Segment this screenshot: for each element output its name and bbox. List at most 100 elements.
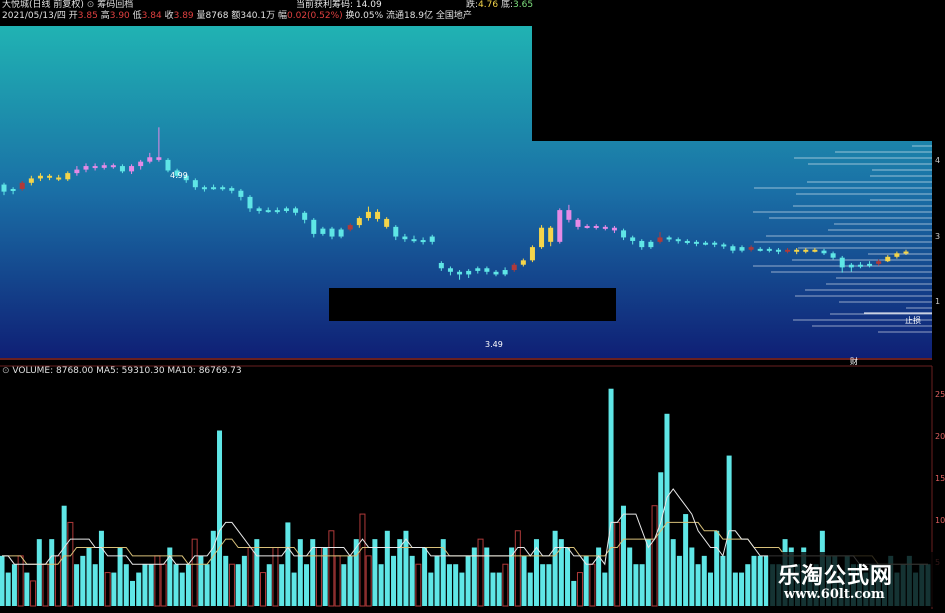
candle-body[interactable] — [630, 237, 636, 241]
candle-body[interactable] — [529, 247, 535, 261]
volume-bar[interactable] — [627, 547, 633, 607]
candle-body[interactable] — [119, 166, 125, 172]
stock-chart-canvas[interactable] — [0, 0, 945, 609]
volume-bar[interactable] — [496, 572, 502, 606]
volume-bar[interactable] — [297, 539, 303, 606]
volume-bar[interactable] — [365, 555, 372, 607]
candle-body[interactable] — [311, 219, 317, 234]
candle-body[interactable] — [757, 248, 763, 251]
volume-bar[interactable] — [415, 563, 422, 607]
volume-bar[interactable] — [74, 564, 80, 606]
candle-body[interactable] — [848, 264, 854, 268]
volume-bar[interactable] — [720, 555, 726, 606]
candle-body[interactable] — [201, 187, 207, 190]
volume-bar[interactable] — [695, 564, 701, 606]
volume-bar[interactable] — [689, 547, 695, 607]
candle-body[interactable] — [411, 239, 417, 242]
candle-body[interactable] — [129, 166, 135, 172]
candle-body[interactable] — [265, 210, 271, 213]
candle-body[interactable] — [165, 159, 171, 171]
candle-body[interactable] — [101, 165, 107, 168]
candle-body[interactable] — [283, 208, 289, 211]
volume-bar[interactable] — [98, 530, 104, 606]
volume-bar[interactable] — [514, 530, 521, 607]
candle-body[interactable] — [211, 187, 217, 190]
volume-bar[interactable] — [739, 572, 745, 606]
volume-bar[interactable] — [571, 580, 577, 606]
volume-bar[interactable] — [67, 521, 74, 607]
volume-bar[interactable] — [17, 555, 24, 607]
candle-body[interactable] — [110, 165, 116, 168]
volume-bar[interactable] — [123, 564, 129, 606]
volume-bar[interactable] — [86, 547, 92, 607]
candle-body[interactable] — [274, 210, 280, 213]
volume-bar[interactable] — [527, 572, 533, 606]
volume-bar[interactable] — [241, 555, 247, 606]
volume-bar[interactable] — [670, 539, 676, 606]
volume-bar[interactable] — [279, 564, 285, 606]
volume-bar[interactable] — [589, 563, 596, 607]
candle-body[interactable] — [602, 226, 608, 229]
volume-bar[interactable] — [422, 547, 428, 607]
volume-bar[interactable] — [446, 564, 452, 606]
candle-body[interactable] — [867, 263, 873, 266]
candle-body[interactable] — [447, 268, 453, 272]
volume-bar[interactable] — [540, 564, 546, 606]
candle-body[interactable] — [803, 249, 809, 252]
candle-body[interactable] — [220, 187, 226, 190]
candle-body[interactable] — [420, 240, 426, 243]
volume-bar[interactable] — [434, 555, 440, 606]
candle-body[interactable] — [748, 247, 754, 250]
volume-bar[interactable] — [676, 555, 682, 606]
volume-bar[interactable] — [502, 563, 509, 607]
candle-body[interactable] — [1, 184, 7, 192]
candle-body[interactable] — [429, 236, 435, 242]
volume-bar[interactable] — [664, 413, 670, 606]
volume-bar[interactable] — [266, 564, 272, 606]
candle-body[interactable] — [147, 157, 153, 162]
volume-bar[interactable] — [291, 572, 297, 606]
candle-body[interactable] — [320, 228, 326, 234]
volume-bar[interactable] — [428, 572, 434, 606]
candle-body[interactable] — [28, 178, 34, 183]
volume-bar[interactable] — [732, 572, 738, 606]
volume-bar[interactable] — [328, 530, 335, 607]
candle-body[interactable] — [739, 247, 745, 251]
candle-body[interactable] — [37, 175, 43, 179]
candle-body[interactable] — [520, 260, 526, 265]
candle-body[interactable] — [256, 208, 262, 211]
candle-body[interactable] — [775, 249, 781, 252]
volume-bar[interactable] — [5, 572, 11, 606]
candle-body[interactable] — [457, 271, 463, 275]
candle-body[interactable] — [92, 166, 98, 169]
candle-body[interactable] — [302, 212, 308, 220]
volume-bar[interactable] — [459, 572, 465, 606]
volume-bar[interactable] — [701, 555, 707, 606]
candle-body[interactable] — [475, 268, 481, 271]
candle-body[interactable] — [548, 227, 554, 242]
candle-body[interactable] — [684, 240, 690, 243]
volume-bar[interactable] — [11, 564, 17, 606]
candle-body[interactable] — [885, 256, 891, 262]
volume-bar[interactable] — [80, 555, 86, 606]
volume-bar[interactable] — [477, 538, 484, 607]
volume-bar[interactable] — [359, 513, 366, 607]
candle-body[interactable] — [830, 253, 836, 258]
volume-bar[interactable] — [347, 555, 353, 606]
candle-body[interactable] — [19, 182, 25, 189]
volume-bar[interactable] — [341, 564, 347, 606]
volume-bar[interactable] — [490, 572, 496, 606]
volume-bar[interactable] — [602, 572, 608, 606]
volume-bar[interactable] — [0, 555, 5, 606]
candle-body[interactable] — [229, 188, 235, 191]
candle-body[interactable] — [74, 169, 80, 174]
candle-body[interactable] — [375, 211, 381, 219]
candle-body[interactable] — [10, 188, 16, 191]
volume-bar[interactable] — [191, 538, 198, 607]
candle-body[interactable] — [65, 173, 71, 180]
candle-body[interactable] — [393, 226, 399, 237]
volume-bar[interactable] — [378, 564, 384, 606]
candle-body[interactable] — [329, 228, 335, 237]
volume-bar[interactable] — [745, 564, 751, 606]
volume-bar[interactable] — [565, 547, 571, 607]
